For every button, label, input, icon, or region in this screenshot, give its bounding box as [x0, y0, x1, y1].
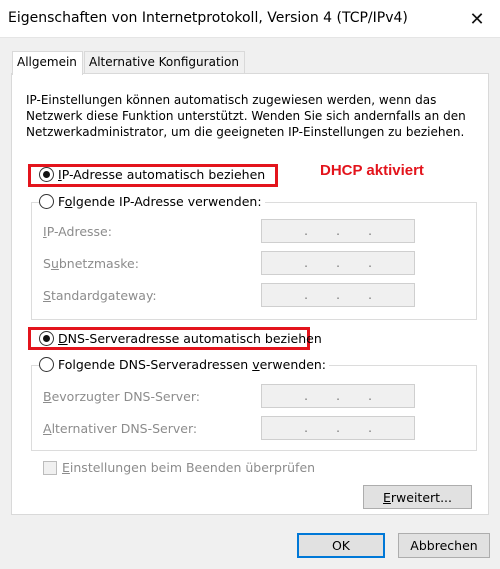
ip-address-input[interactable]: ...	[261, 219, 415, 243]
preferred-dns-input[interactable]: ...	[261, 384, 415, 408]
advanced-button[interactable]: Erweitert...	[363, 485, 472, 509]
default-gateway-input[interactable]: ...	[261, 283, 415, 307]
tab-alternative-konfiguration[interactable]: Alternative Konfiguration	[84, 51, 245, 74]
subnet-mask-label: Subnetzmaske:	[43, 256, 139, 271]
default-gateway-label: Standardgateway:	[43, 288, 157, 303]
radio-dns-manual-indicator[interactable]	[39, 357, 54, 372]
radio-ip-automatic[interactable]: IP-Adresse automatisch beziehen	[39, 167, 265, 182]
preferred-dns-label: Bevorzugter DNS-Server:	[43, 389, 200, 404]
description-text: IP-Einstellungen können automatisch zuge…	[26, 93, 466, 139]
radio-dns-automatic-label: DNS-Serveradresse automatisch beziehen	[58, 331, 322, 346]
validate-on-exit-label: Einstellungen beim Beenden überprüfen	[62, 460, 316, 475]
radio-dns-manual-label: Folgende DNS-Serveradressen verwenden:	[58, 357, 327, 372]
cancel-button[interactable]: Abbrechen	[398, 533, 490, 558]
validate-on-exit-checkbox-row[interactable]: Einstellungen beim Beenden überprüfen	[43, 460, 315, 475]
radio-ip-automatic-indicator[interactable]	[39, 167, 54, 182]
radio-dns-manual[interactable]: Folgende DNS-Serveradressen verwenden:	[39, 357, 330, 372]
close-icon[interactable]: ✕	[454, 0, 500, 38]
dhcp-annotation: DHCP aktiviert	[320, 162, 424, 179]
title-bar: Eigenschaften von Internetprotokoll, Ver…	[0, 0, 500, 38]
validate-on-exit-checkbox[interactable]	[43, 460, 57, 475]
ok-button[interactable]: OK	[297, 533, 385, 558]
alternative-dns-input[interactable]: ...	[261, 416, 415, 440]
subnet-mask-input[interactable]: ...	[261, 251, 415, 275]
radio-dns-automatic-indicator[interactable]	[39, 331, 54, 346]
radio-ip-automatic-label: IP-Adresse automatisch beziehen	[58, 167, 266, 182]
tab-allgemein[interactable]: Allgemein	[12, 51, 83, 75]
radio-dns-automatic[interactable]: DNS-Serveradresse automatisch beziehen	[39, 331, 322, 346]
radio-ip-manual-indicator[interactable]	[39, 194, 54, 209]
tab-panel-allgemein: IP-Einstellungen können automatisch zuge…	[11, 73, 489, 515]
radio-ip-manual-label: Folgende IP-Adresse verwenden:	[58, 194, 262, 209]
ip-address-label: IP-Adresse:	[43, 224, 112, 239]
radio-ip-manual[interactable]: Folgende IP-Adresse verwenden:	[39, 194, 265, 209]
alternative-dns-label: Alternativer DNS-Server:	[43, 421, 198, 436]
window-title: Eigenschaften von Internetprotokoll, Ver…	[8, 10, 408, 26]
